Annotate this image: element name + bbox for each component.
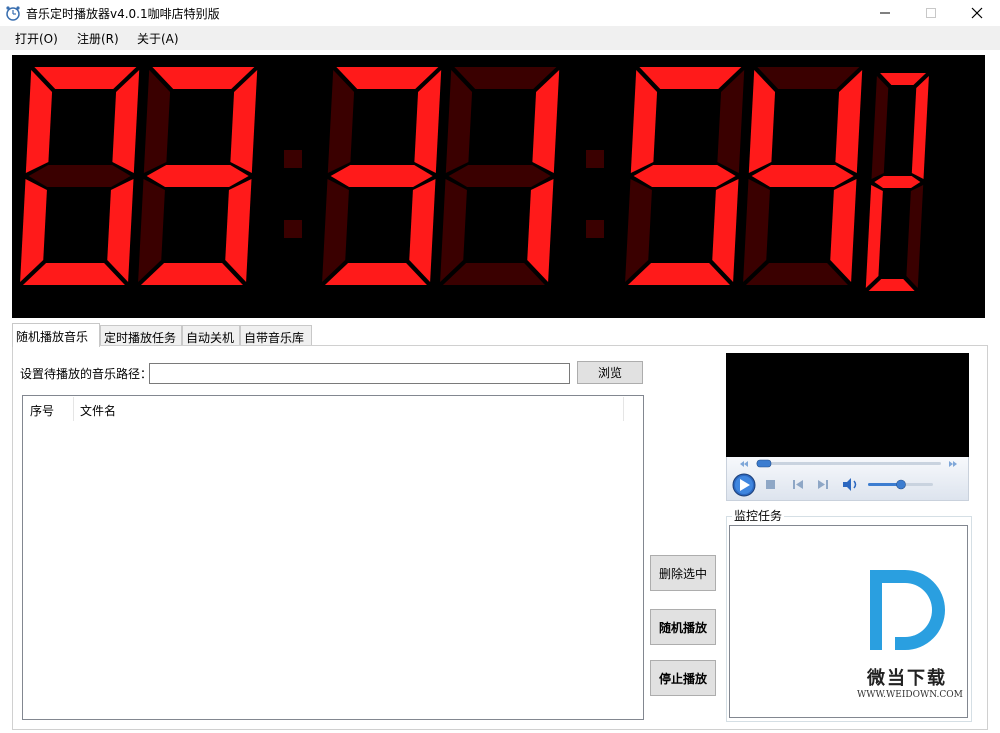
clock-segment [336,67,439,89]
clock-segment [107,179,134,282]
clock-segment [748,70,776,173]
clock-segment [146,165,249,187]
file-list[interactable]: 序号 文件名 [22,395,644,720]
column-header-index[interactable]: 序号 [30,402,54,419]
tab-random-play[interactable]: 随机播放音乐 [12,323,100,347]
clock-segment [448,165,551,187]
clock-segment [745,263,848,285]
clock-segment [34,67,137,89]
seven-segment-clock [20,67,929,291]
menu-open[interactable]: 打开(O) [15,30,58,47]
random-play-button[interactable]: 随机播放 [650,609,716,645]
fast-forward-icon[interactable] [949,461,957,467]
clock-display [12,55,985,318]
clock-segment [630,70,658,173]
clock-segment [445,70,473,173]
clock-segment [865,185,883,288]
close-button[interactable] [954,0,1000,26]
clock-digit-1 [138,67,258,285]
list-header: 序号 文件名 [23,396,624,421]
clock-segment [28,165,131,187]
clock-segment [874,176,921,188]
clock-segment [330,165,433,187]
column-divider[interactable] [623,397,624,421]
path-label: 设置待播放的音乐路径： [20,367,153,381]
music-path-input[interactable] [149,363,570,384]
clock-digit-0 [20,67,140,285]
clock-digit-4 [625,67,745,285]
stop-play-button[interactable]: 停止播放 [650,660,716,696]
minimize-button[interactable] [862,0,908,26]
title-bar: 音乐定时播放器v4.0.1咖啡店特别版 [0,0,1000,26]
delete-selected-button[interactable]: 删除选中 [650,555,716,591]
clock-segment [324,263,427,285]
clock-segment [871,76,889,179]
menu-register[interactable]: 注册(R) [77,30,119,47]
clock-segment [409,179,436,282]
play-icon[interactable] [732,473,756,497]
player-controls-svg [732,459,957,497]
menu-bar: 打开(O) 注册(R) 关于(A) [0,26,1000,50]
previous-icon[interactable] [793,480,803,489]
clock-segment [757,67,860,89]
clock-colon-dot-0-1 [284,220,302,238]
clock-segment [454,67,557,89]
clock-segment [22,263,125,285]
window-title: 音乐定时播放器v4.0.1咖啡店特别版 [26,7,220,21]
clock-segment [880,73,927,85]
media-player-video [726,353,969,457]
clock-digit-3 [440,67,560,285]
column-header-filename[interactable]: 文件名 [80,402,116,419]
clock-segment [712,179,739,282]
clock-colon-dot-1-1 [586,220,604,238]
rewind-icon[interactable] [740,461,748,467]
clock-digit-5 [743,67,863,285]
clock-segment [25,70,53,173]
watermark-name: 微当下载 [867,668,947,689]
clock-digit-tenths [865,73,929,291]
tab-music-library[interactable]: 自带音乐库 [240,325,312,347]
seek-slider[interactable] [756,459,941,468]
clock-segment [527,179,554,282]
clock-segment [143,70,171,173]
clock-digit-2 [322,67,442,285]
clock-segment [152,67,255,89]
clock-segment [830,179,857,282]
clock-segment [751,165,854,187]
clock-segment [911,76,929,179]
minimize-icon [880,12,890,14]
clock-segment [639,67,742,89]
close-icon [971,7,983,19]
clock-segment [442,263,545,285]
clock-segment [627,263,730,285]
volume-icon[interactable] [843,478,857,491]
weidown-logo [870,570,945,650]
stop-icon[interactable] [766,480,775,489]
tab-scheduled-play[interactable]: 定时播放任务 [100,325,182,347]
menu-about[interactable]: 关于(A) [137,30,179,47]
clock-segment [633,165,736,187]
maximize-icon [926,8,936,18]
watermark-url: WWW.WEIDOWN.COM [857,690,963,700]
maximize-button[interactable] [908,0,954,26]
clock-segment [225,179,252,282]
next-icon[interactable] [818,480,828,489]
clock-segment [906,185,924,288]
clock-colon-dot-1-0 [586,150,604,168]
clock-segment [868,279,915,291]
clock-colon-dot-0-0 [284,150,302,168]
clock-segment [140,263,243,285]
column-divider[interactable] [73,397,74,421]
clock-segment [327,70,355,173]
browse-button[interactable]: 浏览 [577,361,643,384]
app-clock-icon [6,6,20,21]
monitor-group-title: 监控任务 [732,507,785,524]
volume-slider[interactable] [868,479,933,490]
tab-auto-shutdown[interactable]: 自动关机 [182,325,240,347]
media-player-controls [726,457,969,501]
